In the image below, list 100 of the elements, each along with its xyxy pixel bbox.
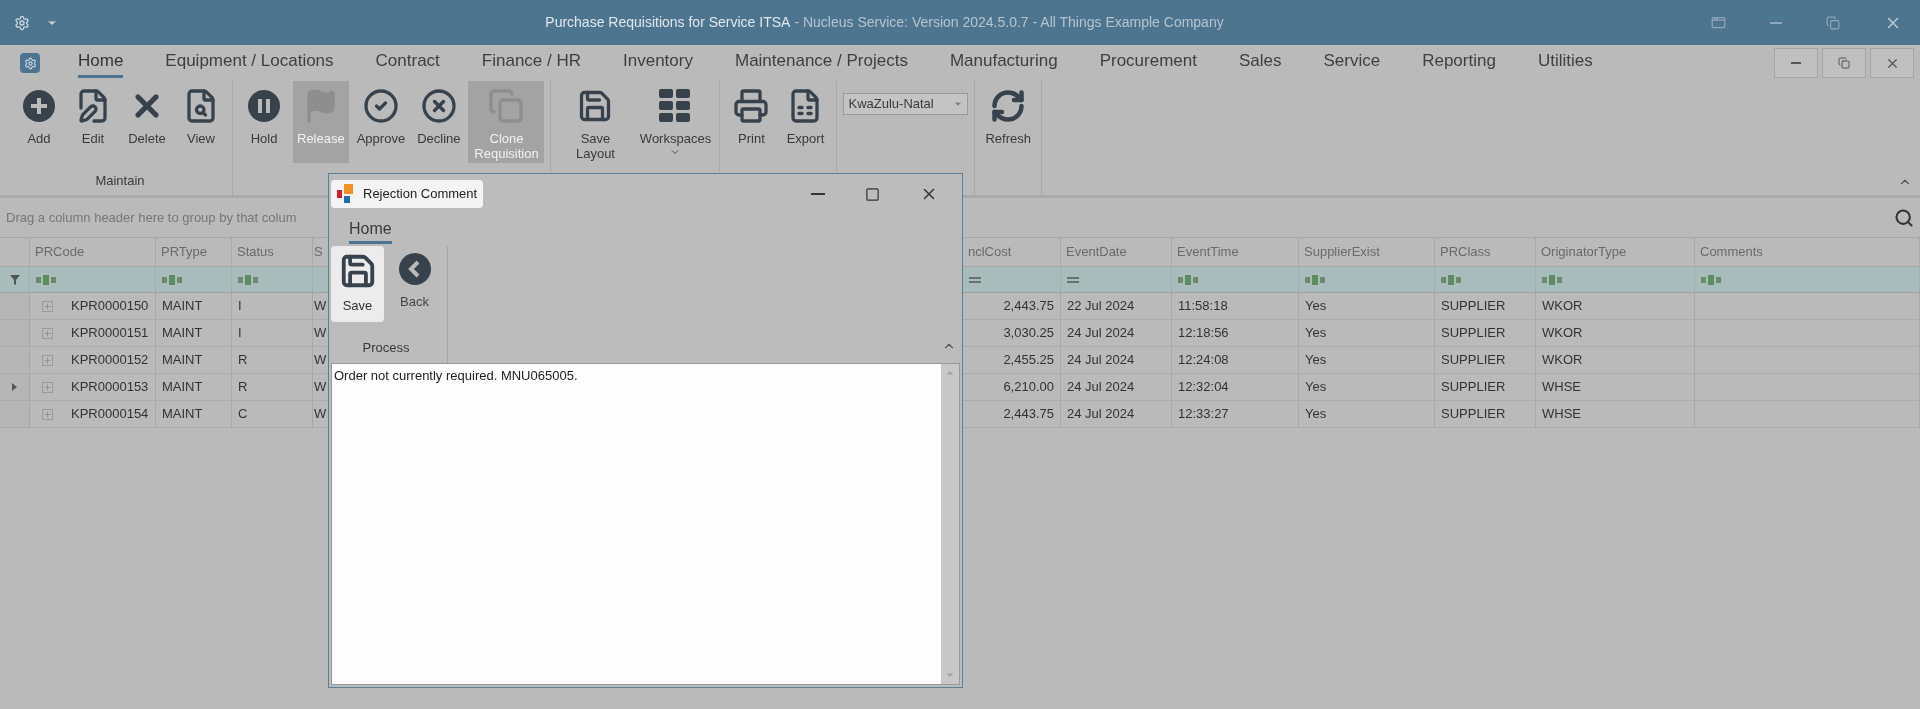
ribbon-button[interactable]: Approve xyxy=(352,81,410,163)
ribbon-button[interactable]: Save Layout xyxy=(557,81,634,163)
table-cell-text: WHSE xyxy=(1542,405,1581,424)
ribbon-tab[interactable]: Home xyxy=(78,47,124,79)
row-header-cell[interactable] xyxy=(0,374,30,400)
ribbon-tab[interactable]: Equipment / Locations xyxy=(165,47,334,79)
ribbon-button[interactable]: Workspaces xyxy=(637,81,714,163)
region-dropdown[interactable]: KwaZulu-Natal xyxy=(843,93,969,115)
ribbon-tab[interactable]: Home xyxy=(349,216,392,244)
column-header[interactable]: EventTime xyxy=(1172,238,1299,266)
pause-circle-icon xyxy=(247,89,281,123)
column-header[interactable]: EventDate xyxy=(1061,238,1172,266)
table-cell-text: R xyxy=(238,378,248,397)
ribbon-tab[interactable]: Contract xyxy=(375,47,440,79)
text-filter-icon xyxy=(238,274,258,285)
column-header[interactable]: SupplierExist xyxy=(1299,238,1435,266)
table-cell-text: WKOR xyxy=(1542,324,1583,343)
table-cell-text: 12:32:04 xyxy=(1178,378,1229,397)
column-header[interactable]: Status xyxy=(232,238,313,266)
minimize-icon[interactable] xyxy=(1770,21,1782,24)
table-cell-text: Yes xyxy=(1305,324,1327,343)
column-header[interactable]: PRClass xyxy=(1435,238,1536,266)
column-header[interactable]: PRType xyxy=(156,238,232,266)
table-cell-text: MAINT xyxy=(162,297,203,316)
table-cell-text: MAINT xyxy=(162,378,203,397)
ribbon-button[interactable]: Export xyxy=(780,81,831,163)
expand-icon[interactable] xyxy=(42,381,53,393)
table-cell-text: SUPPLIER xyxy=(1441,324,1506,343)
ribbon-tab[interactable]: Manufacturing xyxy=(949,47,1058,79)
table-cell-text: 22 Jul 2024 xyxy=(1067,297,1135,316)
column-header[interactable]: PRCode xyxy=(30,238,156,266)
ribbon-tab[interactable]: Utilities xyxy=(1537,47,1593,79)
ribbon-button[interactable]: Hold xyxy=(239,81,289,163)
ribbon-tab[interactable]: Inventory xyxy=(623,47,693,79)
text-filter-icon xyxy=(1305,274,1325,285)
ribbon-button[interactable]: Print xyxy=(726,81,777,163)
table-cell-text: SUPPLIER xyxy=(1441,297,1506,316)
table-cell-text: MAINT xyxy=(162,351,203,370)
table-cell-text: 12:33:27 xyxy=(1178,405,1229,424)
ribbon-button[interactable]: Edit xyxy=(68,81,118,163)
table-cell-text: SUPPLIER xyxy=(1441,378,1506,397)
text-filter-icon xyxy=(1542,274,1562,285)
table-cell-text: W xyxy=(314,405,327,424)
window-title: Purchase Requisitions for Service ITSA xyxy=(545,13,791,32)
text-filter-icon xyxy=(162,274,182,285)
column-header[interactable]: Comments xyxy=(1695,238,1920,266)
equals-filter-icon xyxy=(1067,275,1079,284)
table-cell-text: SUPPLIER xyxy=(1441,351,1506,370)
row-header-cell[interactable] xyxy=(0,293,30,319)
table-cell-text: KPR0000153 xyxy=(71,378,149,397)
table-cell-text: MAINT xyxy=(162,324,203,343)
ribbon-tab[interactable]: Procurement xyxy=(1099,47,1197,79)
ribbon-tab[interactable]: Service xyxy=(1323,47,1381,79)
column-header[interactable]: OriginatorType xyxy=(1536,238,1695,266)
ribbon-button[interactable]: Refresh xyxy=(981,81,1035,163)
ribbon-button[interactable]: Decline xyxy=(413,81,465,163)
ribbon-button[interactable]: Add xyxy=(14,81,64,163)
minimize-icon[interactable] xyxy=(1791,62,1801,64)
expand-icon[interactable] xyxy=(42,354,53,366)
equals-filter-icon xyxy=(969,275,981,284)
table-cell-text: 6,210.00 xyxy=(1003,378,1054,397)
grid-tiles-icon xyxy=(659,89,692,123)
table-cell-text: 24 Jul 2024 xyxy=(1067,351,1135,370)
minimize-icon[interactable] xyxy=(811,193,825,195)
ribbon-button[interactable]: Delete xyxy=(122,81,172,163)
ribbon-button[interactable]: View xyxy=(176,81,226,163)
search-icon[interactable] xyxy=(1894,207,1914,228)
ribbon-tab[interactable]: Maintenance / Projects xyxy=(734,47,908,79)
table-cell-text: I xyxy=(238,324,242,343)
group-panel-hint: Drag a column header here to group by that colum xyxy=(6,208,297,227)
ribbon-tab[interactable]: Reporting xyxy=(1422,47,1496,79)
restore-button[interactable] xyxy=(1822,48,1866,78)
check-circle-icon xyxy=(362,88,399,124)
dialog-ribbon-button[interactable]: Back xyxy=(388,246,441,322)
table-cell-text: 24 Jul 2024 xyxy=(1067,324,1135,343)
restore-icon xyxy=(1838,57,1850,69)
table-cell-text: 3,030.25 xyxy=(1003,324,1054,343)
ribbon-tab[interactable]: Finance / HR xyxy=(481,47,582,79)
expand-icon[interactable] xyxy=(42,327,53,339)
dialog-ribbon-button[interactable]: Save xyxy=(331,246,384,322)
table-cell-text: KPR0000152 xyxy=(71,351,149,370)
table-cell-text: KPR0000150 xyxy=(71,297,149,316)
refresh-icon xyxy=(990,88,1027,124)
printer-icon xyxy=(733,88,770,124)
settings-icon[interactable] xyxy=(14,14,30,31)
text-filter-icon xyxy=(1701,274,1721,285)
text-filter-icon xyxy=(36,274,56,285)
minimize-button[interactable] xyxy=(1774,48,1818,78)
maximize-icon[interactable] xyxy=(865,186,880,202)
table-cell-text: WHSE xyxy=(1542,378,1581,397)
ribbon-tab[interactable]: Sales xyxy=(1238,47,1282,79)
gear-icon xyxy=(23,56,37,70)
filter-icon[interactable] xyxy=(9,274,20,285)
text-filter-icon xyxy=(1441,274,1461,285)
expand-icon[interactable] xyxy=(42,300,53,312)
restore-icon[interactable] xyxy=(1826,15,1840,30)
expand-icon[interactable] xyxy=(42,408,53,420)
close-button[interactable] xyxy=(1870,48,1914,78)
app-icon[interactable] xyxy=(20,53,40,73)
window-subtitle: - Nucleus Service: Version 2024.5.0.7 - All Things Example Company xyxy=(794,13,1224,32)
